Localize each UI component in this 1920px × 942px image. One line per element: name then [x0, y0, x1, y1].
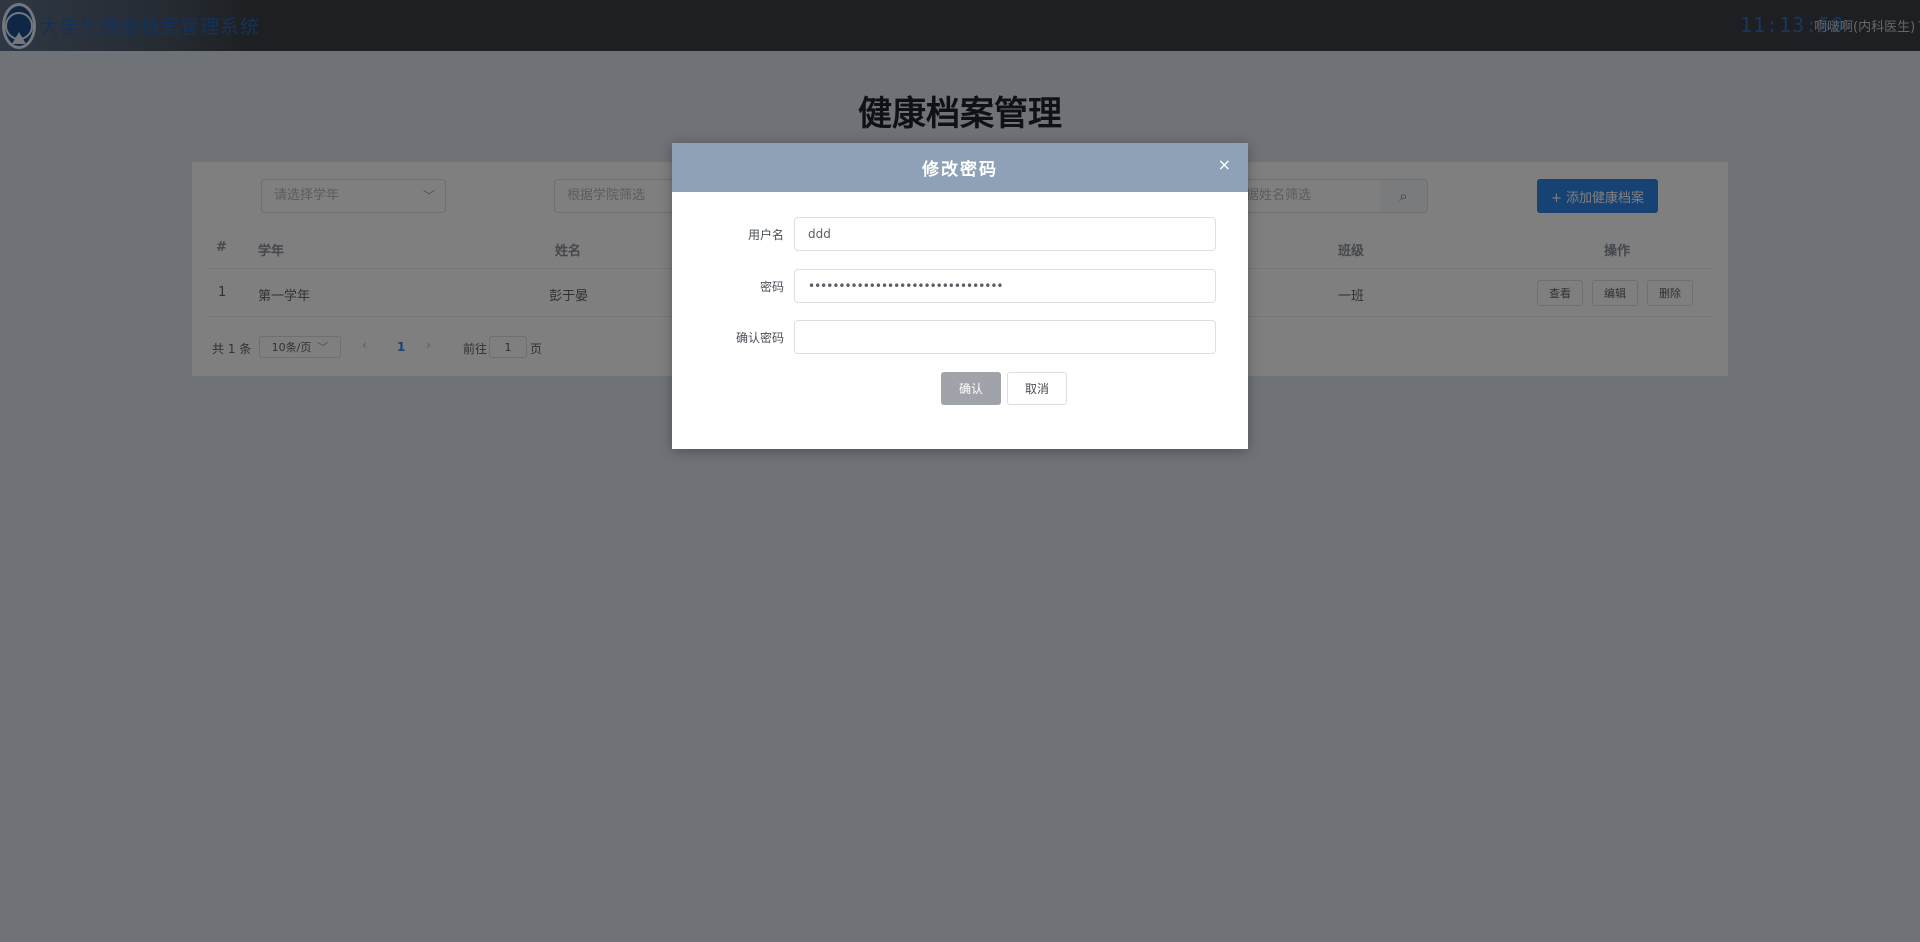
close-icon[interactable]: × — [1218, 157, 1231, 173]
username-field[interactable]: ddd — [794, 217, 1216, 251]
password-label: 密码 — [759, 280, 784, 294]
dialog-title: 修改密码 — [922, 160, 998, 180]
change-password-dialog: 修改密码 × 用户名 ddd 密码 ••••••••••••••••••••••… — [672, 143, 1248, 449]
confirm-button[interactable]: 确认 — [941, 372, 1001, 405]
modal-overlay[interactable] — [0, 0, 1920, 942]
confirm-password-field[interactable] — [794, 320, 1216, 354]
confirm-password-label: 确认密码 — [735, 331, 784, 345]
dialog-header: 修改密码 — [672, 143, 1248, 192]
password-field[interactable]: •••••••••••••••••••••••••••••••• — [794, 269, 1216, 303]
username-label: 用户名 — [747, 228, 784, 242]
cancel-button[interactable]: 取消 — [1007, 372, 1067, 405]
